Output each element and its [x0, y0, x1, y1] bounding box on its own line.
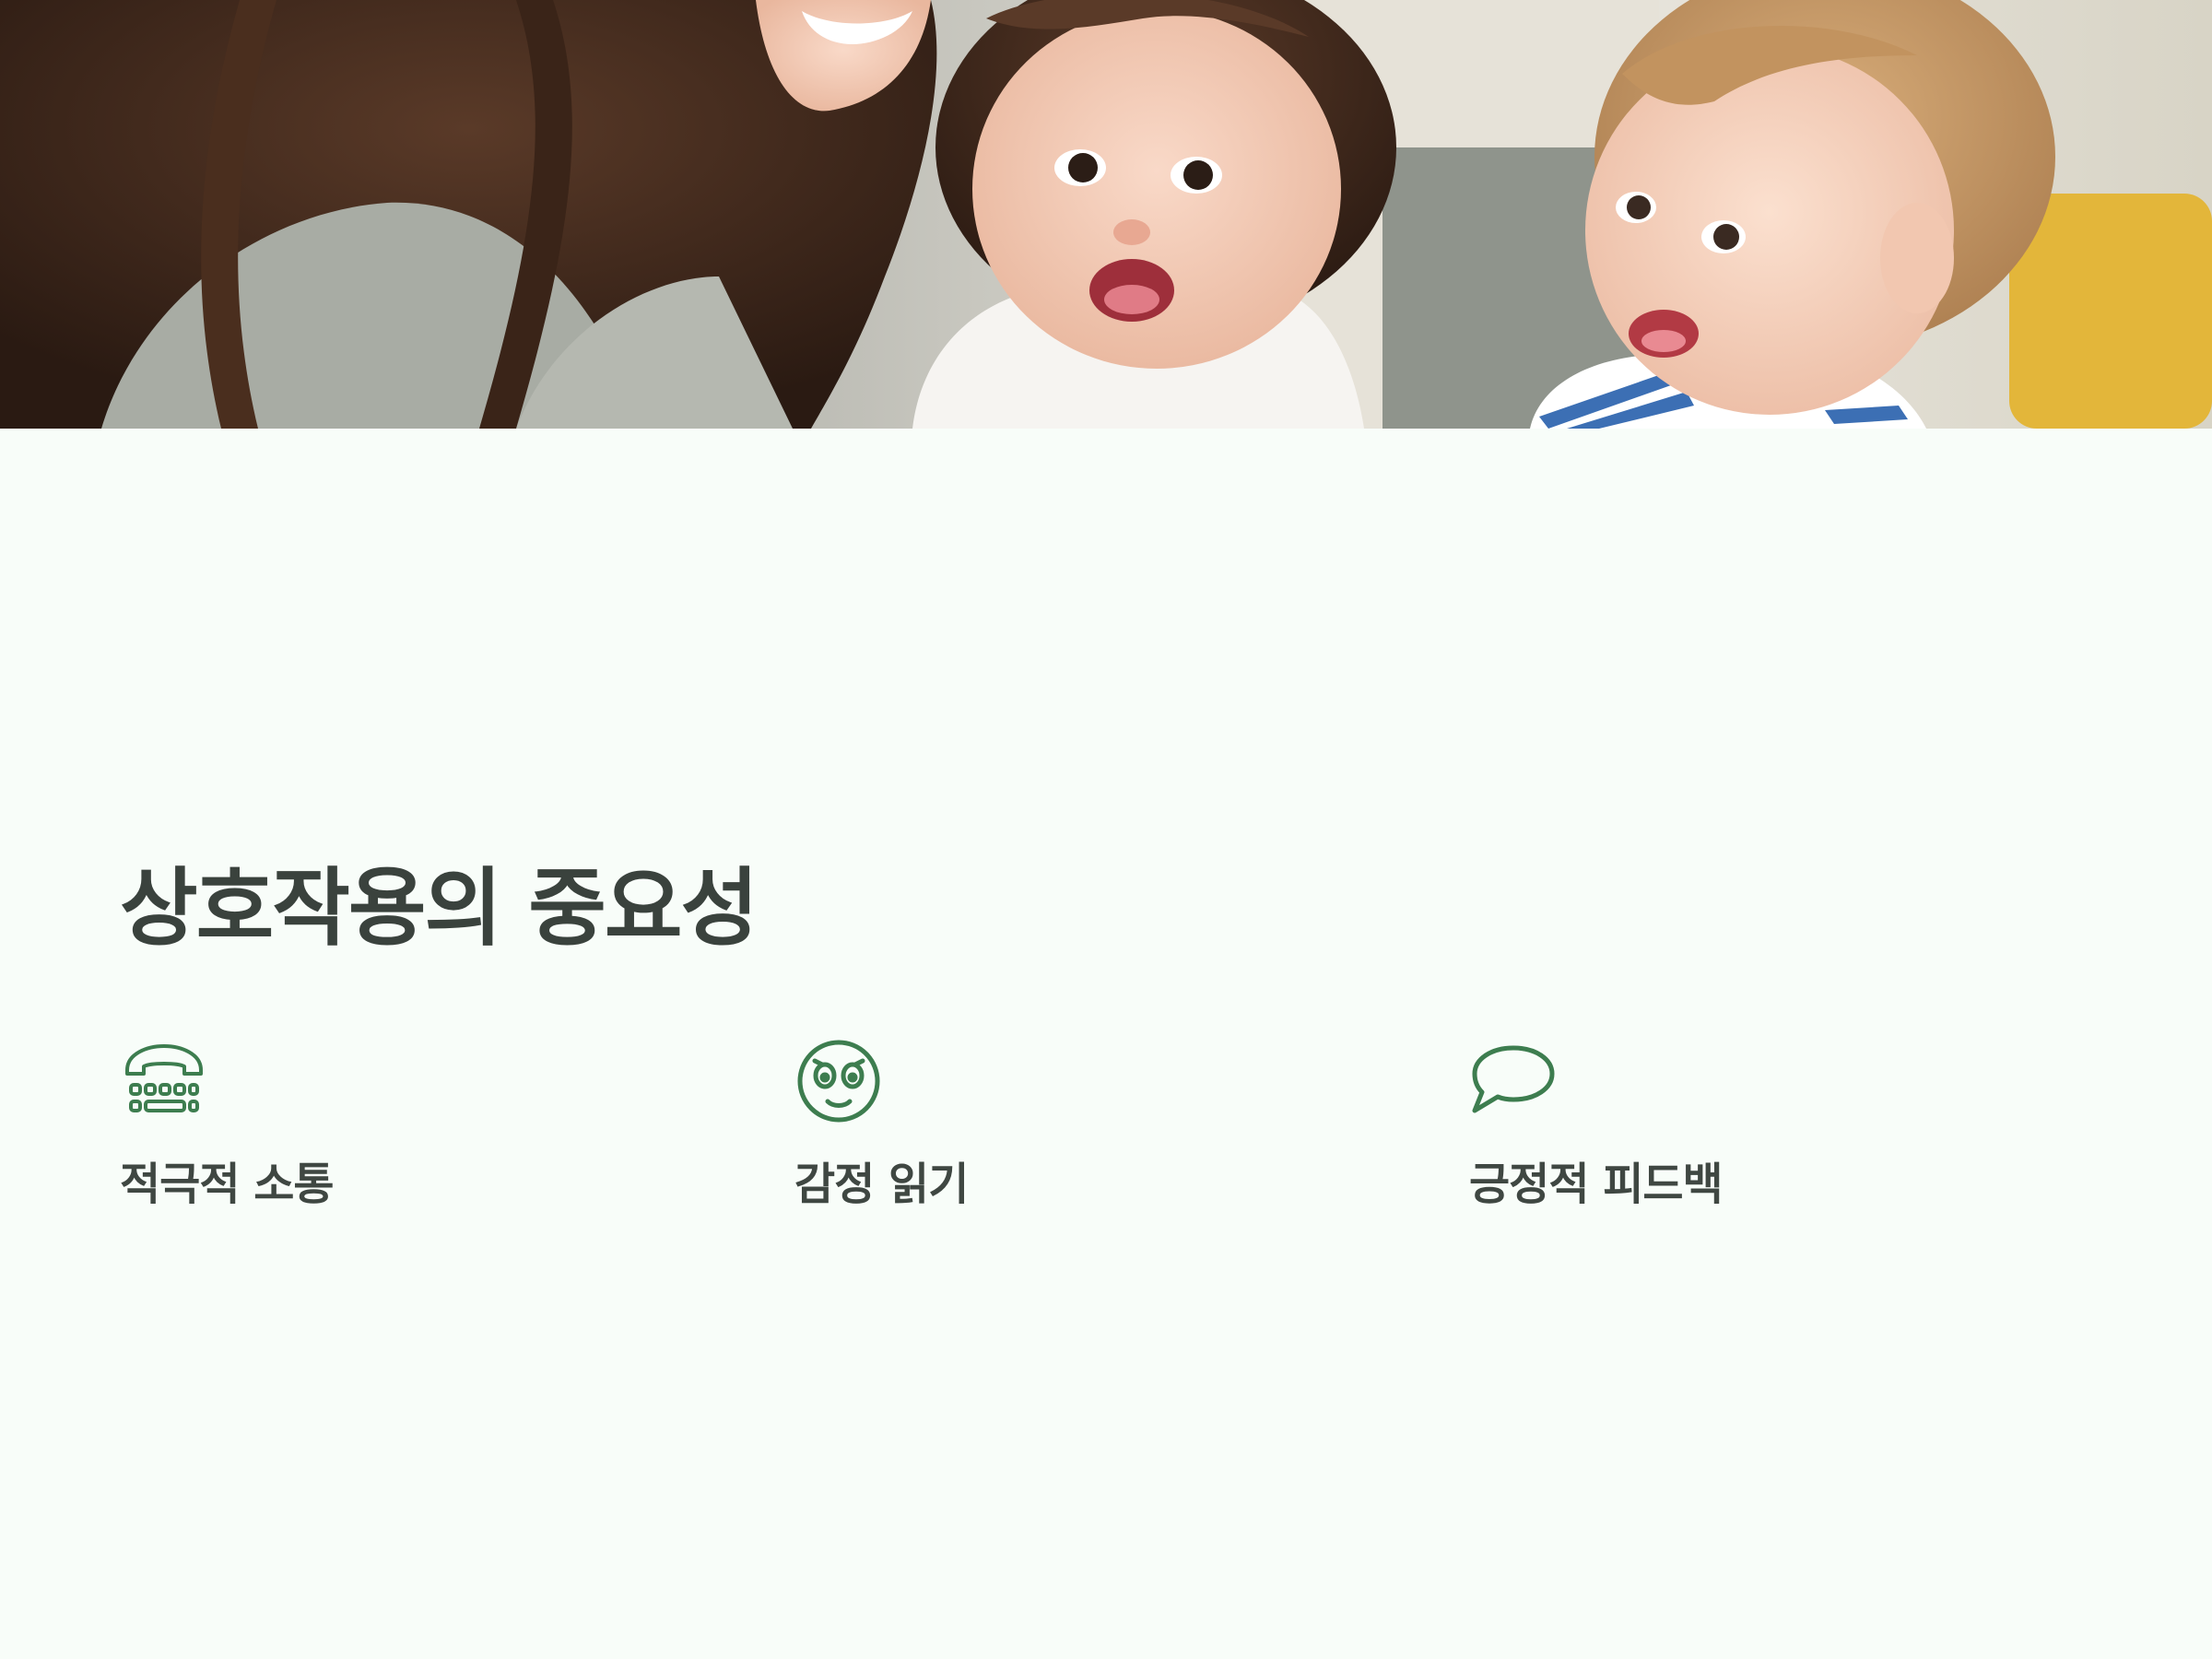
feature-active-communication: 적극적 소통	[120, 1037, 673, 1212]
feature-label: 긍정적 피드백	[1469, 1159, 1724, 1210]
section-title: 상호작용의 중요성	[120, 859, 759, 958]
feature-emotion-reading: 감정 읽기	[794, 1037, 1347, 1212]
feature-positive-feedback: 긍정적 피드백	[1469, 1037, 2022, 1212]
speech-bubble-icon	[1469, 1037, 1558, 1125]
hero-photo	[0, 0, 2212, 429]
telephone-icon	[120, 1037, 208, 1125]
face-emotion-icon	[794, 1037, 883, 1125]
feature-label: 적극적 소통	[120, 1159, 335, 1210]
hero-photo-illustration	[0, 0, 2212, 429]
feature-label: 감정 읽기	[794, 1159, 969, 1210]
